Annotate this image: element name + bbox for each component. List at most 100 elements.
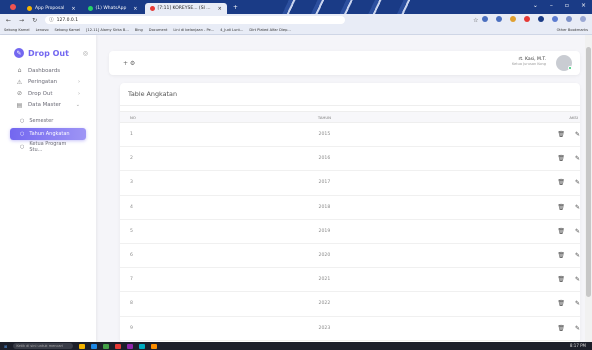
bookmark-item[interactable]: Lenovo bbox=[36, 28, 49, 32]
close-icon[interactable]: × bbox=[71, 6, 75, 12]
brand[interactable]: ✎ Drop Out ◎ bbox=[0, 35, 96, 61]
taskbar-app-icon[interactable] bbox=[151, 343, 158, 349]
sidebar-subitem-tahun-angkatan[interactable]: ○ Tahun Angkatan bbox=[10, 128, 86, 140]
edit-icon[interactable]: ✎ bbox=[575, 228, 580, 235]
add-button[interactable]: + ⚙ bbox=[123, 60, 135, 67]
cell-no: 6 bbox=[120, 243, 254, 269]
edit-icon[interactable]: ✎ bbox=[575, 131, 580, 138]
extension-icon[interactable] bbox=[482, 16, 488, 22]
chevron-right-icon: › bbox=[78, 90, 80, 97]
forward-icon[interactable]: → bbox=[19, 17, 24, 24]
taskbar-app-icon[interactable] bbox=[127, 343, 134, 349]
sidebar-item-dashboards[interactable]: ⌂ Dashboards bbox=[0, 65, 96, 77]
extension-icon[interactable] bbox=[524, 16, 530, 22]
sidebar-item-data-master[interactable]: ▤ Data Master ⌄ bbox=[0, 100, 96, 112]
bookmark-item[interactable]: Bing bbox=[135, 28, 143, 32]
edit-icon[interactable]: ✎ bbox=[575, 276, 580, 283]
tab-label: App Proposal bbox=[35, 6, 65, 11]
bookmark-item[interactable]: [12.11] Alamy Sirka B... bbox=[86, 28, 129, 32]
url-field[interactable]: ⓘ 127.0.0.1 bbox=[45, 16, 346, 24]
trash-icon[interactable]: 🗑 bbox=[557, 276, 565, 283]
new-tab-icon[interactable]: + bbox=[233, 4, 238, 11]
brand-name: Drop Out bbox=[28, 48, 69, 58]
bookmark-item[interactable]: Lini di belanjaan - Pe... bbox=[173, 28, 214, 32]
trash-icon[interactable]: 🗑 bbox=[557, 252, 565, 259]
back-icon[interactable]: ← bbox=[6, 17, 11, 24]
taskbar-app-icon[interactable] bbox=[115, 343, 122, 349]
sidebar-subitem-label: Semester bbox=[29, 118, 54, 124]
taskbar-search-input[interactable]: Ketik di sini untuk mencari bbox=[13, 343, 74, 349]
edit-icon[interactable]: ✎ bbox=[575, 155, 580, 162]
bookmark-item[interactable]: Dirt Plated Alfar Diep... bbox=[249, 28, 290, 32]
trash-icon[interactable]: 🗑 bbox=[557, 300, 565, 307]
site-info-icon[interactable]: ⓘ bbox=[49, 17, 54, 23]
angkatan-table: NO TAHUN AKSI 1 2015 🗑 ✎ 2 2016 🗑 ✎ 3 20… bbox=[120, 111, 580, 341]
extension-icon[interactable] bbox=[538, 16, 544, 22]
bookmark-item[interactable]: Document bbox=[149, 28, 168, 32]
scrollbar-thumb[interactable] bbox=[586, 47, 591, 297]
tab-favicon bbox=[87, 6, 93, 11]
close-icon[interactable]: × bbox=[218, 6, 222, 12]
taskbar-app-icon[interactable] bbox=[103, 343, 110, 349]
taskbar-app-icon[interactable] bbox=[79, 343, 86, 349]
cell-tahun: 2018 bbox=[253, 195, 396, 220]
close-icon[interactable]: × bbox=[133, 6, 137, 12]
maximize-icon[interactable]: ▫ bbox=[565, 2, 569, 9]
profile-icon[interactable] bbox=[10, 4, 16, 10]
avatar[interactable] bbox=[556, 55, 572, 71]
edit-icon[interactable]: ✎ bbox=[575, 252, 580, 259]
sidebar-item-drop-out[interactable]: ⊘ Drop Out › bbox=[0, 88, 96, 100]
edit-icon[interactable]: ✎ bbox=[575, 300, 580, 307]
trash-icon[interactable]: 🗑 bbox=[557, 131, 565, 138]
close-window-icon[interactable]: × bbox=[581, 2, 586, 9]
extension-icon[interactable] bbox=[552, 16, 558, 22]
chevron-down-icon[interactable]: ⌄ bbox=[533, 2, 538, 9]
taskbar-app-icon[interactable] bbox=[91, 343, 98, 349]
sidebar-subitem-semester[interactable]: ○ Semester bbox=[10, 115, 86, 127]
top-navbar: + ⚙ rt. Kasi, M.T. Ketua Jurusan Kong bbox=[109, 51, 580, 75]
cell-no: 2 bbox=[120, 146, 254, 172]
bookmark-item[interactable]: Sekong Kamel bbox=[55, 28, 81, 32]
menu-icon[interactable] bbox=[580, 16, 586, 22]
user-info[interactable]: rt. Kasi, M.T. Ketua Jurusan Kong bbox=[512, 57, 546, 66]
sidebar-nav: ⌂ Dashboards ⚠ Peringatan › ⊘ Drop Out ›… bbox=[0, 61, 96, 158]
trash-icon[interactable]: 🗑 bbox=[557, 155, 565, 162]
trash-icon[interactable]: 🗑 bbox=[557, 179, 565, 186]
cell-tahun: 2022 bbox=[253, 291, 396, 317]
table-row: 6 2020 🗑 ✎ bbox=[120, 243, 580, 269]
page-scrollbar[interactable] bbox=[585, 35, 592, 342]
bookmark-item[interactable]: Sekong Kamel bbox=[4, 28, 30, 32]
sidebar-subitem-ketua-program-studi[interactable]: ○ Ketua Program Stu... bbox=[10, 141, 86, 153]
extension-icon[interactable] bbox=[510, 16, 516, 22]
user-x-icon: ⊘ bbox=[16, 90, 23, 98]
sidebar-item-label: Dashboards bbox=[28, 67, 61, 74]
sidebar-item-label: Drop Out bbox=[28, 90, 53, 97]
profile-avatar-icon[interactable] bbox=[566, 16, 572, 22]
windows-start-icon[interactable]: ⊞ bbox=[4, 344, 7, 349]
edit-icon[interactable]: ✎ bbox=[575, 325, 580, 332]
other-bookmarks[interactable]: Other Bookmarks bbox=[557, 28, 588, 32]
reload-icon[interactable]: ↻ bbox=[32, 17, 37, 24]
sidebar-item-peringatan[interactable]: ⚠ Peringatan › bbox=[0, 77, 96, 89]
trash-icon[interactable]: 🗑 bbox=[557, 204, 565, 211]
sidebar-item-label: Data Master bbox=[28, 102, 61, 109]
minimize-icon[interactable]: – bbox=[550, 2, 553, 9]
user-role: Ketua Jurusan Kong bbox=[511, 62, 546, 66]
browser-tab-2[interactable]: [7:11] KOREYSE... (SI ... × bbox=[144, 3, 227, 14]
cell-tahun: 2020 bbox=[253, 243, 396, 269]
download-icon[interactable] bbox=[496, 16, 502, 22]
browser-tab-0[interactable]: App Proposal × bbox=[22, 3, 81, 14]
sidebar-item-label: Peringatan bbox=[28, 79, 58, 86]
sidebar-toggle-icon[interactable]: ◎ bbox=[83, 50, 88, 57]
chevron-down-icon: ⌄ bbox=[75, 102, 80, 109]
edit-icon[interactable]: ✎ bbox=[575, 204, 580, 211]
star-icon[interactable]: ☆ bbox=[473, 17, 478, 24]
table-row: 7 2021 🗑 ✎ bbox=[120, 267, 580, 293]
browser-tab-1[interactable]: (1) WhatsApp × bbox=[83, 3, 143, 14]
edit-icon[interactable]: ✎ bbox=[575, 179, 580, 186]
taskbar-app-icon[interactable] bbox=[139, 343, 146, 349]
tab-label: (1) WhatsApp bbox=[95, 6, 127, 11]
trash-icon[interactable]: 🗑 bbox=[557, 228, 565, 235]
bookmark-item[interactable]: 4_Judi Lunt... bbox=[220, 28, 243, 32]
trash-icon[interactable]: 🗑 bbox=[557, 325, 565, 332]
